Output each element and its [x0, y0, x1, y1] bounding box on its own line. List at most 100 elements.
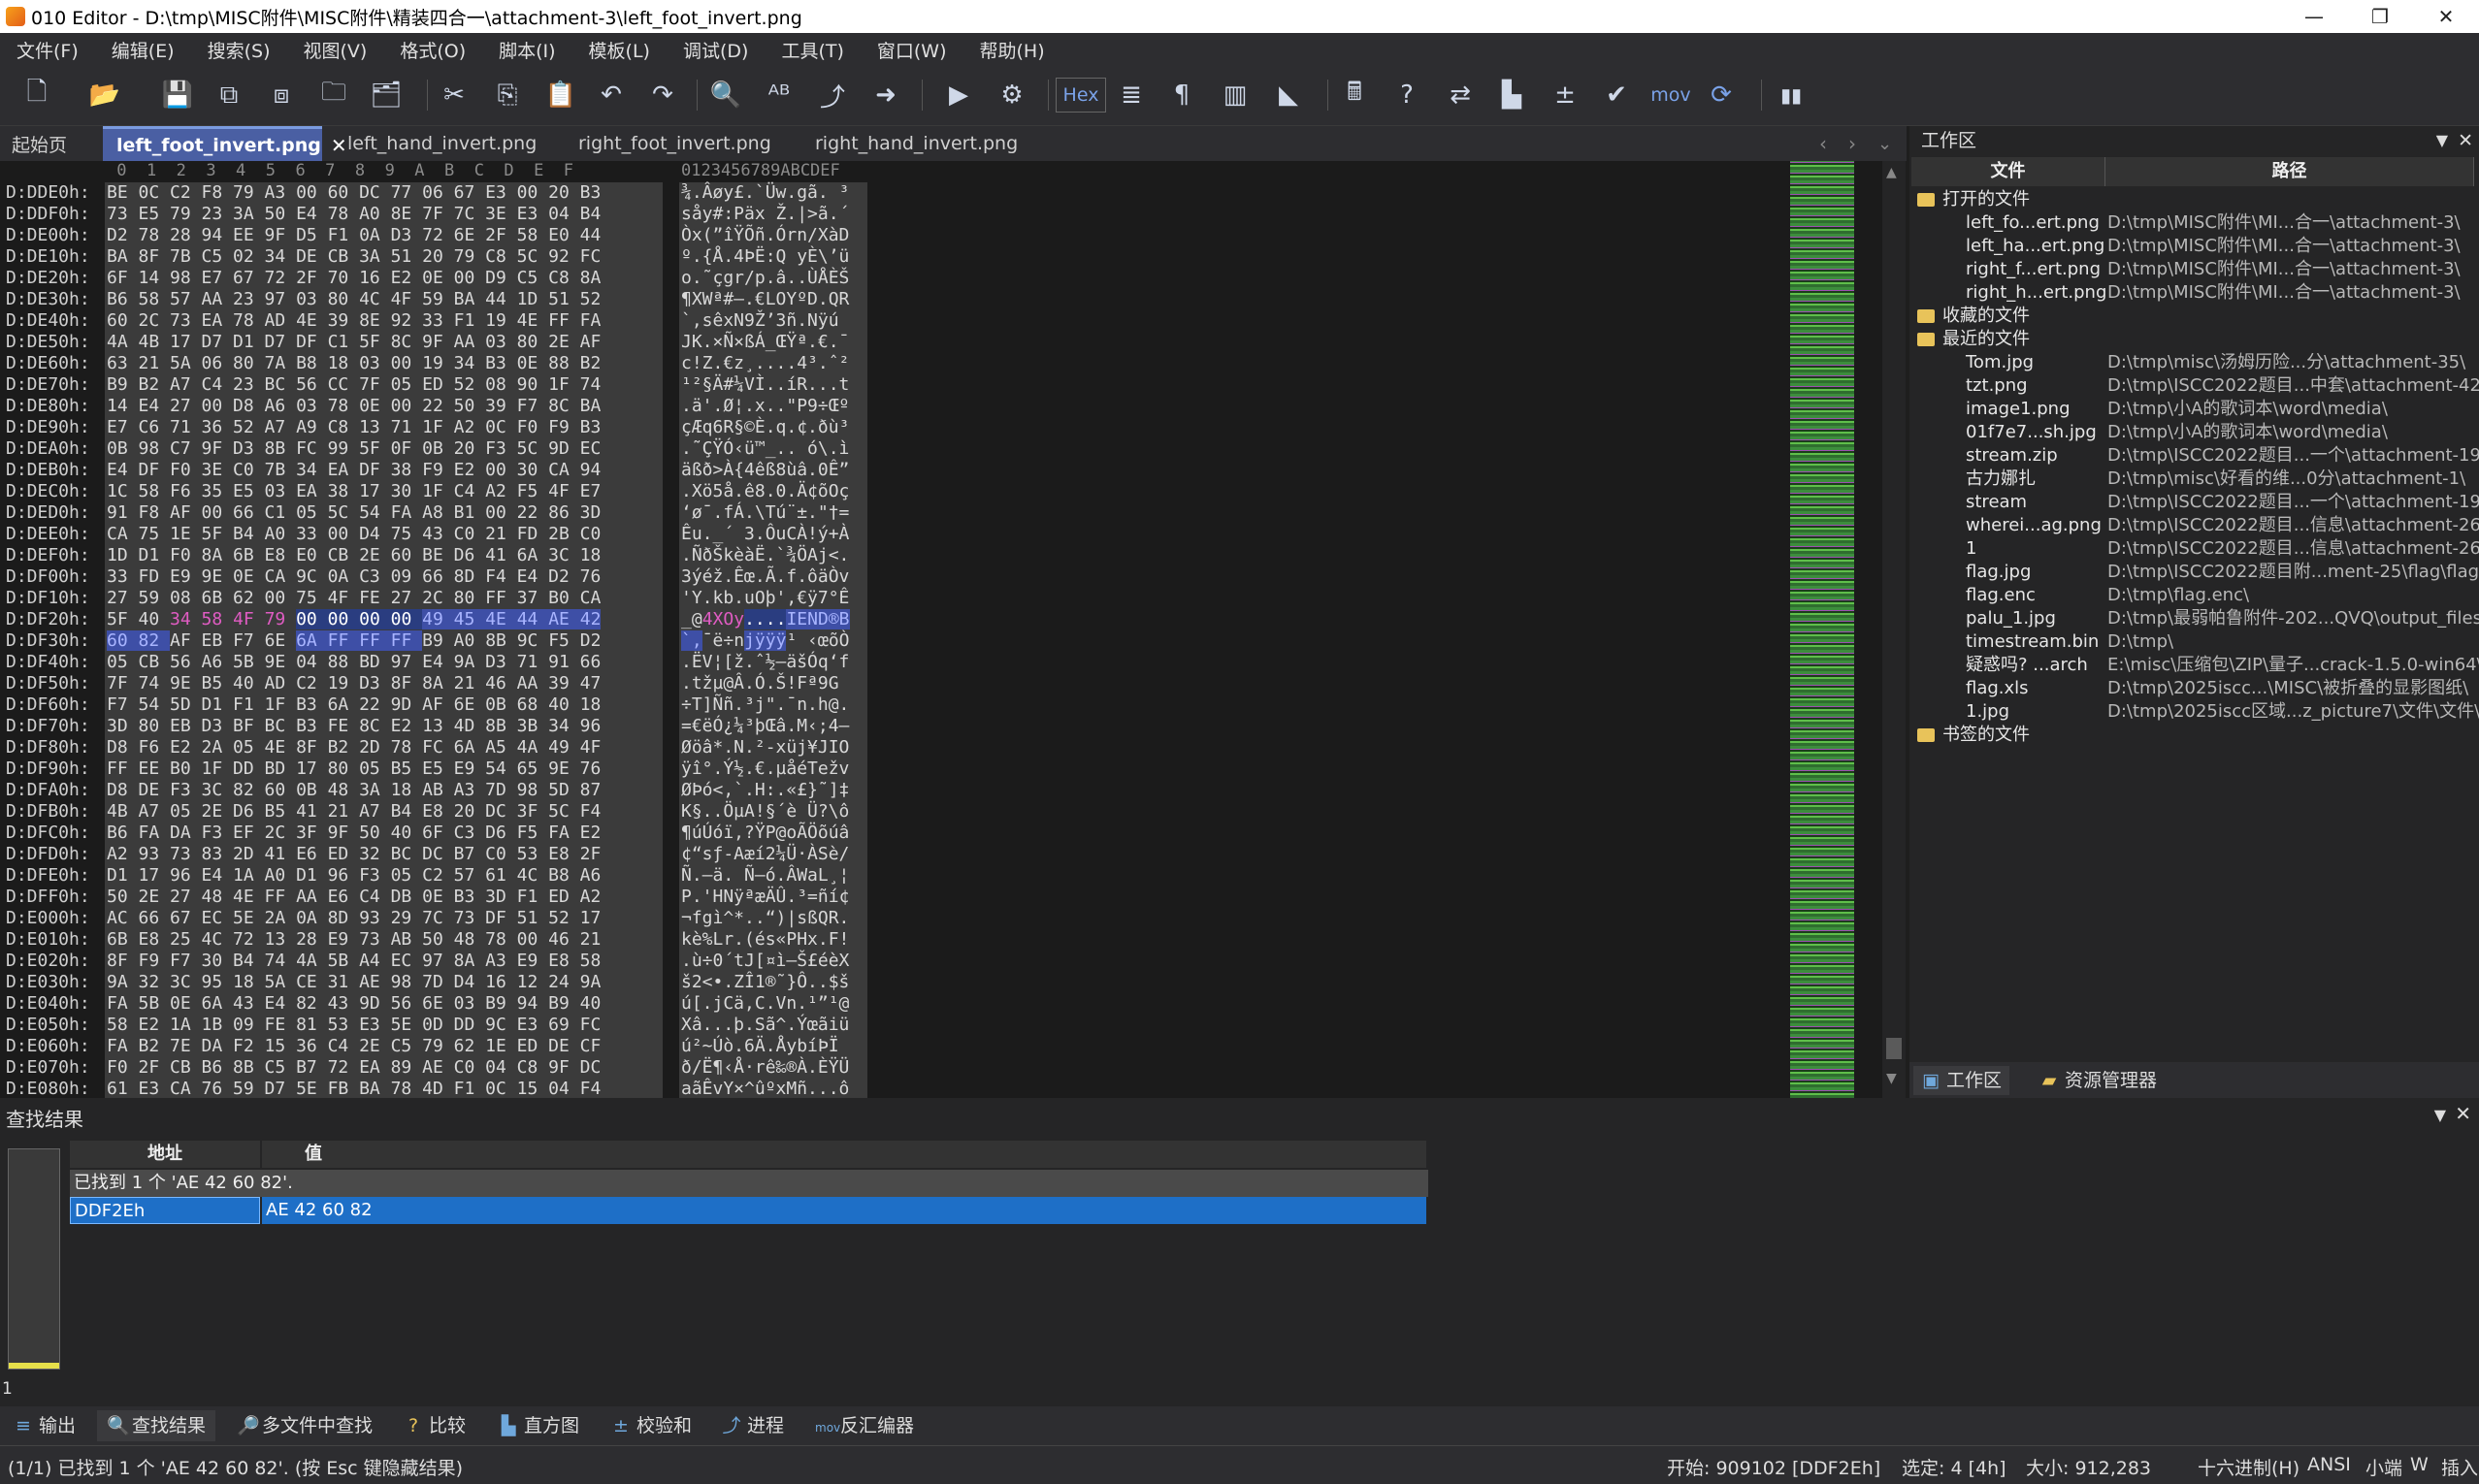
minimize-button[interactable]: — — [2280, 0, 2348, 33]
workspace-file-row[interactable]: stream D:\tmp\ISCC2022题目...一个\attachment-… — [1909, 491, 2479, 514]
hex-byte[interactable]: FF — [390, 630, 423, 651]
hex-row-bytes[interactable]: D8 F6 E2 2A 05 4E 8F B2 2D 78 FC 6A A5 4… — [105, 737, 663, 758]
ascii-char[interactable]: Ò — [839, 630, 850, 651]
workspace-file-row[interactable]: timestream.bin D:\tmp\ — [1909, 630, 2479, 654]
hex-row-ascii[interactable]: kè%Lr.(és«PHx.F! — [679, 929, 867, 951]
ascii-char[interactable]: ÷ — [723, 630, 734, 651]
hex-row-bytes[interactable]: 14 E4 27 00 D8 A6 03 78 0E 00 22 50 39 F… — [105, 396, 663, 417]
hex-row-ascii[interactable]: o.˜çgr/p.â..ÙÅÈŠ — [679, 268, 867, 289]
hex-byte[interactable]: 4F — [233, 609, 265, 629]
hex-row-ascii[interactable]: ð/Ë¶‹Å·rê‰®À.ÈŸÜ — [679, 1057, 867, 1079]
workspace-file-row[interactable]: wherei...ag.png D:\tmp\ISCC2022题目...信息\at… — [1909, 514, 2479, 537]
columns-icon[interactable]: ▥ — [1218, 78, 1253, 113]
hex-byte[interactable]: 82 — [138, 630, 171, 651]
hex-byte[interactable]: A0 — [454, 630, 486, 651]
calculator-icon[interactable]: 🖩 — [1337, 78, 1372, 113]
menu-window[interactable]: 窗口(W) — [861, 37, 963, 63]
ascii-char[interactable]: . — [775, 609, 787, 629]
hex-byte[interactable]: 6A — [296, 630, 328, 651]
ascii-char[interactable]: I — [786, 609, 798, 629]
hex-row-bytes[interactable]: 73 E5 79 23 3A 50 E4 78 A0 8E 7F 7C 3E E… — [105, 204, 663, 225]
hex-byte[interactable]: 4E — [485, 609, 517, 629]
tab-workspace[interactable]: ▣ 工作区 — [1913, 1066, 2010, 1095]
hex-row-ascii[interactable]: ¹²§Ä#¼VÌ..íR...t — [679, 374, 867, 396]
hex-row-ascii[interactable]: ¾.Âøy£.`Üw.gã. ³ — [679, 182, 867, 204]
save-as-icon[interactable]: ⧉ — [212, 78, 246, 113]
hex-row-bytes[interactable]: 50 2E 27 48 4E FF AA E6 C4 DB 0E B3 3D F… — [105, 887, 663, 908]
hex-row-ascii[interactable]: Êu._´ 3.ÔuCÀ!ý+À — [679, 524, 867, 545]
hex-row-ascii[interactable]: Xâ...þ.Sã^.Ýœãiü — [679, 1015, 867, 1036]
menu-debug[interactable]: 调试(D) — [667, 37, 765, 63]
save-all-icon[interactable]: ⧈ — [264, 78, 299, 113]
ascii-char[interactable]: B — [838, 609, 850, 629]
hex-row-ascii[interactable]: `‚¯ë÷njÿÿÿ¹ ‹œõÒ — [679, 630, 867, 652]
tab-compare[interactable]: ? 比较 — [394, 1410, 475, 1441]
tab-find-results[interactable]: 🔍 查找结果 — [97, 1410, 216, 1441]
disassembler-button[interactable]: mov — [1649, 78, 1692, 113]
status-w[interactable]: W — [2410, 1454, 2429, 1475]
hex-row-ascii[interactable]: .ù÷0´tJ[¤ì—Š£éèX — [679, 951, 867, 972]
hex-row-bytes[interactable]: E4 DF F0 3E C0 7B 34 EA DF 38 F9 E2 00 3… — [105, 460, 663, 481]
workspace-file-row[interactable]: left_ha...ert.png D:\tmp\MISC附件\MI...合一\a… — [1909, 235, 2479, 258]
menu-tools[interactable]: 工具(T) — [765, 37, 860, 63]
workspace-file-row[interactable]: 01f7e7...sh.jpg D:\tmp\小A的歌词本\word\media\ — [1909, 421, 2479, 444]
hex-byte[interactable]: 00 — [296, 609, 328, 629]
menu-view[interactable]: 视图(V) — [287, 37, 384, 63]
hex-row-bytes[interactable]: B6 58 57 AA 23 97 03 80 4C 4F 59 BA 44 1… — [105, 289, 663, 310]
hex-row-bytes[interactable]: 33 FD E9 9E 0E CA 9C 0A C3 09 66 8D F4 E… — [105, 566, 663, 588]
column-value[interactable]: 值 — [262, 1141, 1426, 1168]
ascii-char[interactable]: _ — [681, 609, 692, 629]
hex-row-bytes[interactable]: 61 E3 CA 76 59 D7 5E FB BA 78 4D F1 0C 1… — [105, 1079, 663, 1100]
status-selected[interactable]: 选定: 4 [4h] — [1902, 1454, 2006, 1480]
ascii-char[interactable]: ë — [713, 630, 724, 651]
menu-format[interactable]: 格式(O) — [383, 37, 482, 63]
workspace-file-row[interactable]: flag.enc D:\tmp\flag.enc\ — [1909, 584, 2479, 607]
paste-icon[interactable]: 📋 — [543, 78, 578, 113]
checksum-icon[interactable]: ± — [1548, 78, 1582, 113]
open-folder-icon[interactable]: 🗀 — [316, 78, 351, 113]
run-template-icon[interactable]: ⚙ — [995, 78, 1029, 113]
hex-row-ascii[interactable]: såy#:Päx Ž.|>ã.´ — [679, 204, 867, 225]
hex-row-bytes[interactable]: CA 75 1E 5F B4 A0 33 00 D4 75 43 C0 21 F… — [105, 524, 663, 545]
ascii-char[interactable]: . — [744, 609, 755, 629]
panel-menu-icon[interactable]: ▼ — [2436, 126, 2448, 155]
hex-row-bytes[interactable]: D8 DE F3 3C 82 60 0B 48 3A 18 AB A3 7D 9… — [105, 780, 663, 801]
panel-close-icon[interactable]: ✕ — [2458, 126, 2473, 155]
workspace-file-row[interactable]: left_fo...ert.png D:\tmp\MISC附件\MI...合一\a… — [1909, 211, 2479, 235]
hex-row-bytes[interactable]: A2 93 73 83 2D 41 E6 ED 32 BC DC B7 C0 5… — [105, 844, 663, 865]
hex-byte[interactable]: FF — [359, 630, 391, 651]
hex-row-bytes[interactable]: 4A 4B 17 D7 D1 D7 DF C1 5F 8C 9F AA 03 8… — [105, 332, 663, 353]
hex-row-ascii[interactable]: ‘ø¯.fÁ.\Tú¨±."†= — [679, 502, 867, 524]
find-result-value[interactable]: AE 42 60 82 — [262, 1197, 1426, 1224]
ascii-char[interactable]: œ — [818, 630, 829, 651]
hex-row-ascii[interactable]: Òx(”îŸÕñ.Órn/XàD — [679, 225, 867, 246]
ascii-char[interactable]: . — [765, 609, 776, 629]
hex-row-ascii[interactable]: ØÞó<‚`.H:.«£}˜]‡ — [679, 780, 867, 801]
menu-search[interactable]: 搜索(S) — [191, 37, 287, 63]
new-file-icon[interactable]: 🗋 — [19, 78, 54, 113]
hex-byte[interactable]: AE — [548, 609, 580, 629]
hex-row-bytes[interactable]: D1 17 96 E4 1A A0 D1 96 F3 05 C2 57 61 4… — [105, 865, 663, 887]
hex-row-bytes[interactable]: 1C 58 F6 35 E5 03 EA 38 17 30 1F C4 A2 F… — [105, 481, 663, 502]
workspace-icon[interactable]: 🗂 — [369, 78, 404, 113]
workspace-file-row[interactable]: stream.zip D:\tmp\ISCC2022题目...一个\attachm… — [1909, 444, 2479, 468]
hex-row-ascii[interactable]: ¶XWª#—.€LOYºD.QR — [679, 289, 867, 310]
hex-byte[interactable]: 8B — [485, 630, 517, 651]
ascii-char[interactable]: N — [807, 609, 818, 629]
hex-row-ascii[interactable]: äßð>À{4êß8ùâ.0Ê” — [679, 460, 867, 481]
hex-row-ascii[interactable]: Øöâ*.N.²-xüj¥JIO — [679, 737, 867, 758]
tab-disassembler[interactable]: mov反汇编器 — [805, 1410, 924, 1441]
hex-row-bytes[interactable]: FA B2 7E DA F2 15 36 C4 2E C5 79 62 1E E… — [105, 1036, 663, 1057]
tab-output[interactable]: ≡ 输出 — [4, 1410, 85, 1441]
workspace-file-row[interactable]: flag.xls D:\tmp\2025iscc...\MISC\被折叠的显影图纸… — [1909, 677, 2479, 700]
hex-row-ascii[interactable]: š2<•.ZÎ1®˜}Ô..$š — [679, 972, 867, 993]
hex-row-ascii[interactable]: P.'HNÿªæÄÛ.³=ñí¢ — [679, 887, 867, 908]
base-convert-icon[interactable]: ⟳ — [1704, 78, 1739, 113]
hex-row-bytes[interactable]: 1D D1 F0 8A 6B E8 E0 CB 2E 60 BE D6 41 6… — [105, 545, 663, 566]
tab-explorer[interactable]: ▰ 资源管理器 — [2032, 1066, 2165, 1095]
hex-row-bytes[interactable]: B9 B2 A7 C4 23 BC 56 CC 7F 05 ED 52 08 9… — [105, 374, 663, 396]
hex-row-ascii[interactable]: 'Y.kb.uOþ',€ÿ7°Ê — [679, 588, 867, 609]
pause-icon[interactable]: ▮▮ — [1774, 78, 1809, 113]
hex-row-bytes[interactable]: 9A 32 3C 95 18 5A CE 31 AE 98 7D D4 16 1… — [105, 972, 663, 993]
copy-icon[interactable]: ⎘ — [490, 78, 525, 113]
